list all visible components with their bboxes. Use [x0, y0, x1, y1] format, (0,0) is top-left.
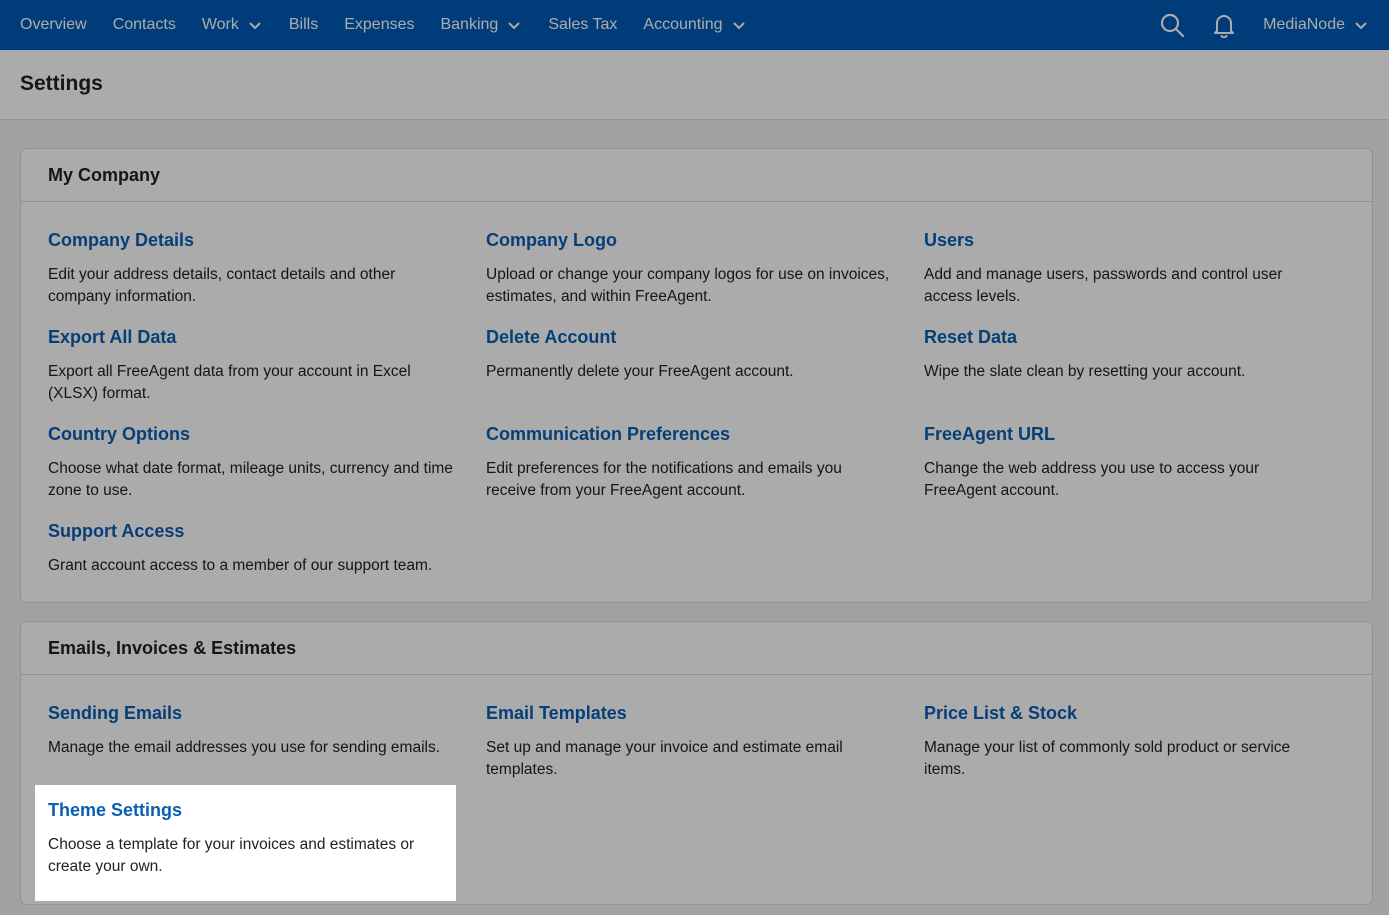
- delete-account-description: Permanently delete your FreeAgent accoun…: [486, 363, 794, 380]
- nav-item-expenses[interactable]: Expenses: [344, 0, 414, 50]
- nav-item-label: Overview: [20, 16, 87, 33]
- chevron-down-icon: [732, 22, 745, 30]
- delete-account-link[interactable]: Delete Account: [486, 327, 924, 348]
- email-templates-description: Set up and manage your invoice and estim…: [486, 739, 843, 778]
- my-company-card: My Company Company Details Edit your addr…: [20, 148, 1373, 603]
- nav-item-accounting[interactable]: Accounting: [643, 0, 746, 50]
- theme-settings-link[interactable]: Theme Settings: [48, 800, 443, 821]
- support-access-description: Grant account access to a member of our …: [48, 557, 433, 574]
- nav-items: Overview Contacts Work Bills Expenses Banking…: [0, 0, 773, 50]
- nav-item-work[interactable]: Work: [202, 0, 263, 50]
- email-templates-link[interactable]: Email Templates: [486, 703, 924, 724]
- nav-item-banking[interactable]: Banking: [440, 0, 522, 50]
- support-access-link[interactable]: Support Access: [48, 521, 486, 542]
- nav-item-contacts[interactable]: Contacts: [113, 0, 176, 50]
- theme-settings-highlight[interactable]: Theme Settings Choose a template for you…: [35, 785, 456, 901]
- settings-item-delete-account: Delete Account Permanently delete your Fr…: [486, 327, 924, 424]
- page-title: Settings: [20, 72, 103, 95]
- settings-item-reset-data: Reset Data Wipe the slate clean by resett…: [924, 327, 1344, 424]
- reset-data-link[interactable]: Reset Data: [924, 327, 1344, 348]
- export-all-data-description: Export all FreeAgent data from your acco…: [48, 363, 411, 402]
- settings-item-company-logo: Company Logo Upload or change your compan…: [486, 230, 924, 327]
- chevron-down-icon: [249, 22, 261, 30]
- company-logo-description: Upload or change your company logos for …: [486, 266, 890, 305]
- company-details-link[interactable]: Company Details: [48, 230, 486, 251]
- user-menu[interactable]: MediaNode: [1263, 16, 1369, 34]
- nav-item-overview[interactable]: Overview: [20, 0, 87, 50]
- company-details-description: Edit your address details, contact detai…: [48, 266, 396, 305]
- search-icon[interactable]: [1159, 12, 1185, 38]
- top-navigation: Overview Contacts Work Bills Expenses Banking…: [0, 0, 1389, 50]
- my-company-heading: My Company: [21, 149, 1372, 202]
- nav-item-label: Accounting: [643, 16, 723, 33]
- settings-item-users: Users Add and manage users, passwords and…: [924, 230, 1344, 327]
- communication-preferences-link[interactable]: Communication Preferences: [486, 424, 924, 445]
- settings-item-price-list-and-stock: Price List & Stock Manage your list of co…: [924, 703, 1344, 800]
- my-company-grid: Company Details Edit your address details…: [21, 202, 1372, 618]
- user-menu-label: MediaNode: [1263, 16, 1345, 33]
- settings-item-communication-preferences: Communication Preferences Edit preference…: [486, 424, 924, 521]
- export-all-data-link[interactable]: Export All Data: [48, 327, 486, 348]
- nav-item-label: Bills: [288, 16, 319, 33]
- theme-settings-description: Choose a template for your invoices and …: [48, 836, 415, 875]
- nav-item-label: Contacts: [112, 16, 176, 33]
- reset-data-description: Wipe the slate clean by resetting your a…: [924, 363, 1246, 380]
- sending-emails-link[interactable]: Sending Emails: [48, 703, 486, 724]
- users-link[interactable]: Users: [924, 230, 1344, 251]
- page-header: Settings: [0, 50, 1389, 120]
- nav-item-label: Sales Tax: [548, 16, 618, 33]
- settings-item-freeagent-url: FreeAgent URL Change the web address you …: [924, 424, 1344, 521]
- bell-icon[interactable]: [1211, 12, 1237, 38]
- sending-emails-description: Manage the email addresses you use for s…: [48, 739, 441, 756]
- settings-item-email-templates: Email Templates Set up and manage your in…: [486, 703, 924, 800]
- nav-item-label: Banking: [440, 16, 499, 33]
- settings-item-support-access: Support Access Grant account access to a …: [48, 521, 486, 618]
- emails-heading: Emails, Invoices & Estimates: [21, 622, 1372, 675]
- freeagent-url-description: Change the web address you use to access…: [924, 460, 1260, 499]
- price-list-and-stock-link[interactable]: Price List & Stock: [924, 703, 1344, 724]
- nav-right: MediaNode: [1159, 0, 1389, 50]
- nav-item-label: Work: [201, 16, 239, 33]
- settings-item-export-all-data: Export All Data Export all FreeAgent data…: [48, 327, 486, 424]
- freeagent-url-link[interactable]: FreeAgent URL: [924, 424, 1344, 445]
- price-list-and-stock-description: Manage your list of commonly sold produc…: [924, 739, 1291, 778]
- country-options-description: Choose what date format, mileage units, …: [48, 460, 453, 499]
- chevron-down-icon: [508, 22, 521, 30]
- country-options-link[interactable]: Country Options: [48, 424, 486, 445]
- chevron-down-icon: [1355, 22, 1367, 30]
- communication-preferences-description: Edit preferences for the notifications a…: [486, 460, 842, 499]
- settings-item-company-details: Company Details Edit your address details…: [48, 230, 486, 327]
- company-logo-link[interactable]: Company Logo: [486, 230, 924, 251]
- nav-item-label: Expenses: [344, 16, 415, 33]
- nav-item-sales-tax[interactable]: Sales Tax: [548, 0, 617, 50]
- nav-item-bills[interactable]: Bills: [289, 0, 318, 50]
- settings-item-country-options: Country Options Choose what date format, …: [48, 424, 486, 521]
- users-description: Add and manage users, passwords and cont…: [924, 266, 1283, 305]
